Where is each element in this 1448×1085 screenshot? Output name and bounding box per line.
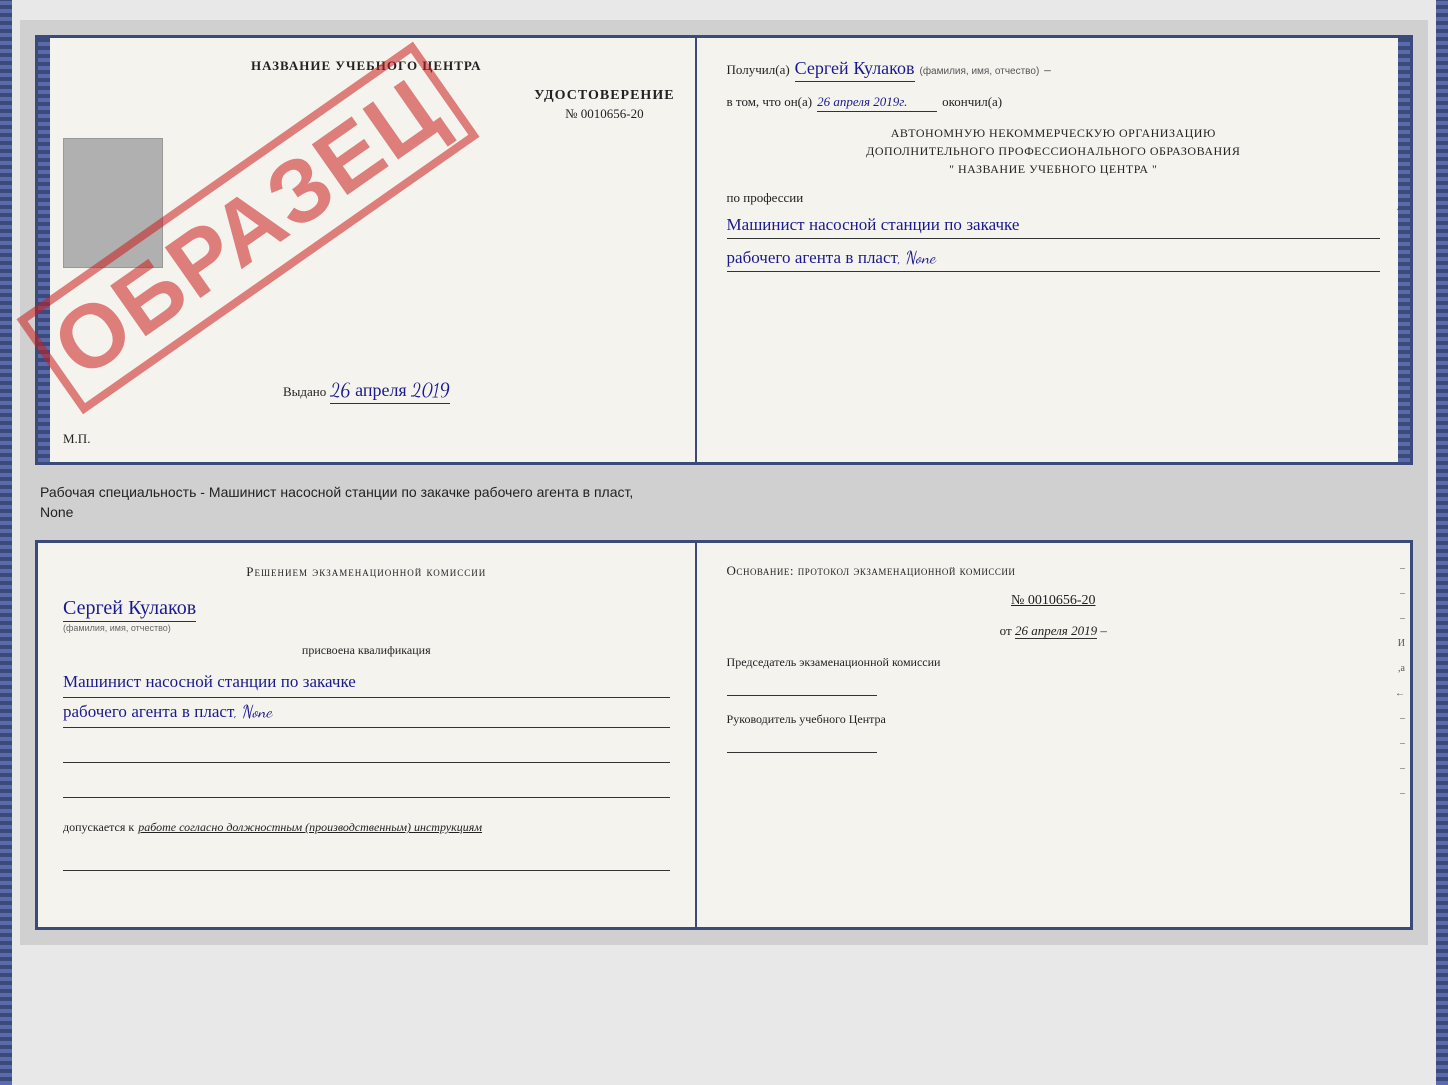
qual-block: Машинист насосной станции по закачке раб… [63,668,670,728]
dopusk-text: работе согласно должностным (производств… [138,820,482,834]
bottom-left-panel: Решением экзаменационной комиссии Сергей… [38,543,697,927]
bdash-6: ← [1395,688,1405,699]
dash-8: – [1400,261,1405,272]
qual-line1: Машинист насосной станции по закачке [63,668,670,698]
dash-3: – [1400,116,1405,127]
poluchil-name: Сергей Кулаков [795,58,915,82]
certificate-document: НАЗВАНИЕ УЧЕБНОГО ЦЕНТРА ОБРАЗЕЦ УДОСТОВ… [35,35,1413,465]
org-line2: ДОПОЛНИТЕЛЬНОГО ПРОФЕССИОНАЛЬНОГО ОБРАЗО… [727,142,1380,160]
right-side-dashes-bottom: – – – И ,а ← – – – – [1395,563,1405,799]
bdash-1: – [1400,563,1405,574]
blank-line-3 [63,851,670,871]
org-line1: АВТОНОМНУЮ НЕКОММЕРЧЕСКУЮ ОРГАНИЗАЦИЮ [727,124,1380,142]
dopuskaetsya-block: допускается к работе согласно должностны… [63,818,670,836]
rukovoditel-label: Руководитель учебного Центра [727,710,1380,728]
vtom-label: в том, что он(а) [727,94,813,110]
bottom-document: Решением экзаменационной комиссии Сергей… [35,540,1413,930]
dash-4: И [1398,145,1405,156]
right-side-dashes: – – – И ,а ← – – – – [1395,58,1405,330]
bdash-8: – [1400,738,1405,749]
poluchil-sub: (фамилия, имя, отчество) [920,66,1040,77]
bdash-7: – [1400,713,1405,724]
bottom-right-panel: – – – И ,а ← – – – – Основание: протокол… [697,543,1410,927]
person-sub: (фамилия, имя, отчество) [63,623,670,633]
cert-left-title: НАЗВАНИЕ УЧЕБНОГО ЦЕНТРА [251,58,482,74]
udostoverenie-block: УДОСТОВЕРЕНИЕ № 0010656-20 [534,88,674,122]
specialty-text-block: Рабочая специальность - Машинист насосно… [35,475,1413,530]
org-block: АВТОНОМНУЮ НЕКОММЕРЧЕСКУЮ ОРГАНИЗАЦИЮ ДО… [727,124,1380,178]
poluchil-line: Получил(а) Сергей Кулаков (фамилия, имя,… [727,58,1380,82]
vtom-date: 26 апреля 2019г. [817,94,937,112]
bdash-4: И [1398,638,1405,649]
vtom-line: в том, что он(а) 26 апреля 2019г. окончи… [727,94,1380,112]
dash-9: – [1400,290,1405,301]
prisvoena-text: присвоена квалификация [63,643,670,658]
blank-line-1 [63,743,670,763]
poluchil-dash: – [1044,62,1051,78]
bdash-10: – [1400,788,1405,799]
org-line3: " НАЗВАНИЕ УЧЕБНОГО ЦЕНТРА " [727,160,1380,178]
vydano-label: Выдано [283,384,326,399]
udost-label: УДОСТОВЕРЕНИЕ [534,88,674,104]
person-name: Сергей Кулаков [63,596,196,622]
dash-6: ← [1395,203,1405,214]
okonchil-label: окончил(а) [942,94,1002,110]
vydano-block: Выдано 26 апреля 2019 [38,380,695,402]
bdash-2: – [1400,588,1405,599]
dash-7: – [1400,232,1405,243]
prof-text-2: рабочего агента в пласт, None [727,244,1380,272]
person-name-block: Сергей Кулаков (фамилия, имя, отчество) [63,596,670,633]
dash-2: – [1400,87,1405,98]
predsedatel-block: Председатель экзаменационной комиссии [727,653,1380,696]
blank-line-2 [63,778,670,798]
protocol-date-value: 26 апреля 2019 [1015,623,1097,639]
ot-label: от [1000,623,1012,638]
dash-10: – [1400,319,1405,330]
dash-5: ,а [1398,174,1405,185]
rukovoditel-signature [727,733,877,753]
osnovanie-title: Основание: протокол экзаменационной коми… [727,563,1380,579]
protocol-dash: – [1100,623,1107,638]
specialty-line1: Рабочая специальность - Машинист насосно… [40,483,1408,503]
mp-block: М.П. [63,431,90,447]
bdash-3: – [1400,613,1405,624]
rukovoditel-block: Руководитель учебного Центра [727,710,1380,753]
qual-line2: рабочего агента в пласт, None [63,698,670,728]
specialty-line2: None [40,503,1408,523]
prof-label: по профессии [727,190,804,205]
cert-right-panel: – – – И ,а ← – – – – Получил(а) Сергей К… [697,38,1410,462]
poluchil-label: Получил(а) [727,62,790,78]
udost-number: № 0010656-20 [534,106,674,122]
dopusk-label: допускается к [63,820,134,834]
predsedatel-label: Председатель экзаменационной комиссии [727,653,1380,671]
bdash-9: – [1400,763,1405,774]
photo-placeholder [63,138,163,268]
vydano-date: 26 апреля 2019 [330,380,449,404]
predsedatel-signature [727,676,877,696]
cert-left-panel: НАЗВАНИЕ УЧЕБНОГО ЦЕНТРА ОБРАЗЕЦ УДОСТОВ… [38,38,697,462]
prof-text-1: Машинист насосной станции по закачке [727,211,1380,239]
prof-line: по профессии Машинист насосной станции п… [727,190,1380,272]
protocol-number: № 0010656-20 [727,593,1380,609]
commission-title: Решением экзаменационной комиссии [63,563,670,581]
protocol-date-line: от 26 апреля 2019 – [727,623,1380,639]
page-wrapper: НАЗВАНИЕ УЧЕБНОГО ЦЕНТРА ОБРАЗЕЦ УДОСТОВ… [20,20,1428,945]
dash-1: – [1400,58,1405,69]
bdash-5: ,а [1398,663,1405,674]
